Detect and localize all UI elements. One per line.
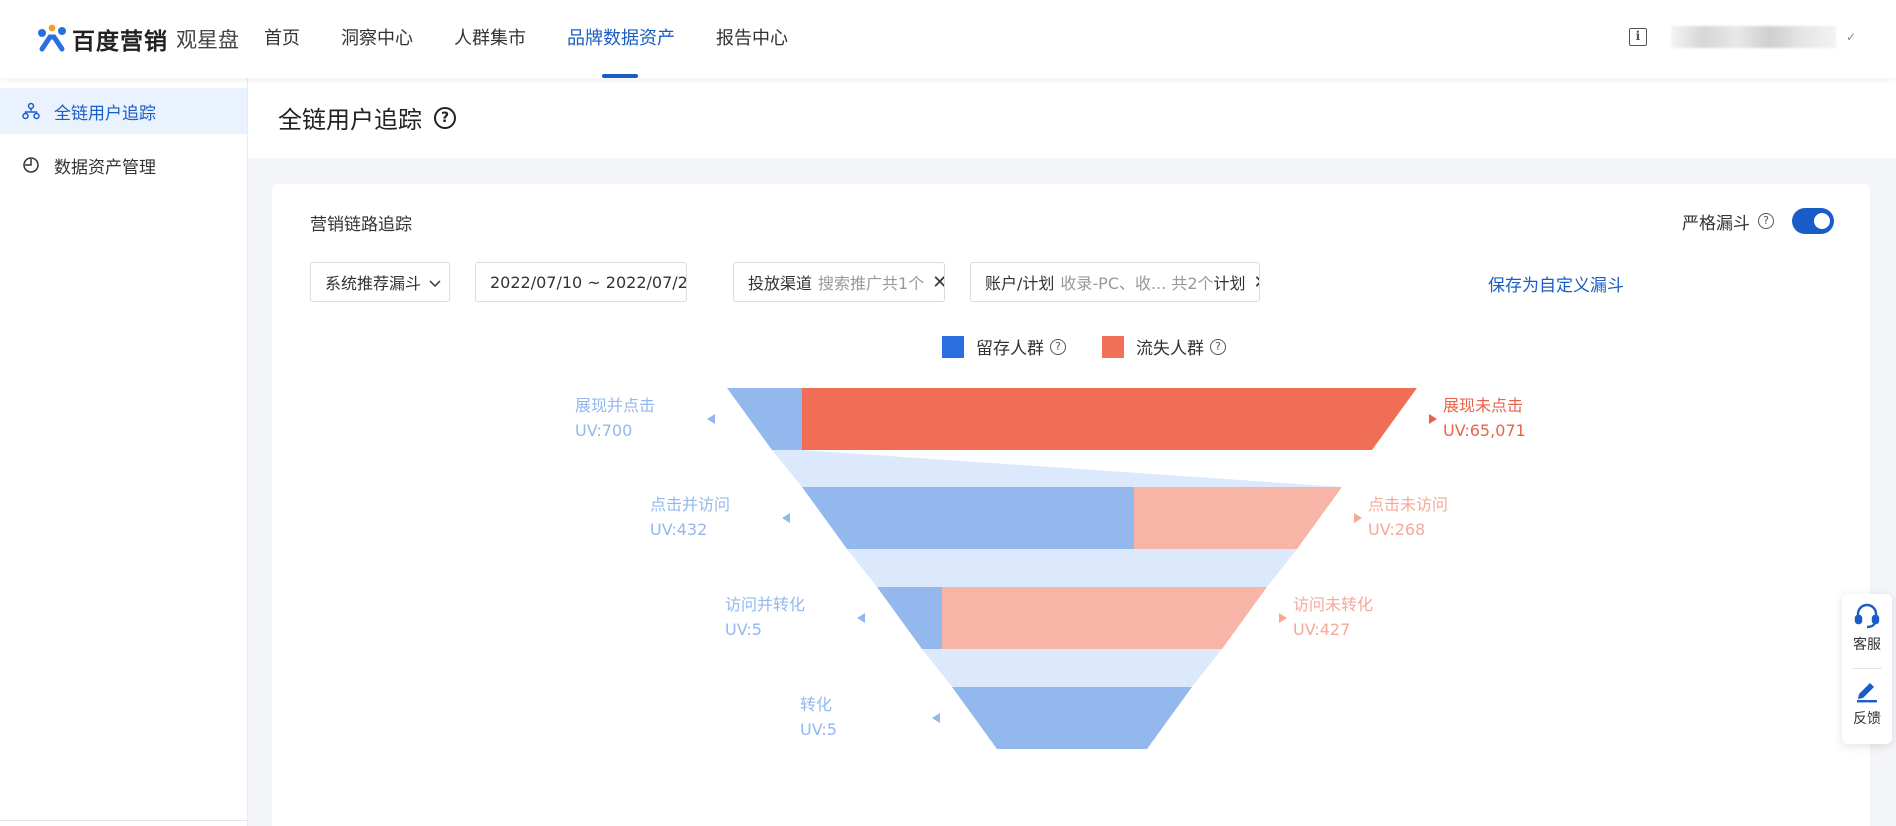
- funnel-stage-retain-label: 点击并访问: [650, 495, 730, 514]
- arrow-right-icon: [1429, 414, 1437, 424]
- funnel-connector: [847, 549, 1297, 587]
- sidebar: 全链用户追踪 数据资产管理: [0, 78, 248, 826]
- page-title: 全链用户追踪 ?: [278, 100, 456, 135]
- nav-report-center[interactable]: 报告中心: [716, 0, 788, 78]
- funnel-lost-segment[interactable]: [1134, 487, 1342, 549]
- funnel-card: 营销链路追踪 严格漏斗 ? 系统推荐漏斗 2022/07/10 ~ 2022/0…: [272, 184, 1870, 826]
- funnel-stage-lost-uv: UV:268: [1368, 520, 1425, 539]
- nav-brand-data-assets[interactable]: 品牌数据资产: [567, 0, 675, 78]
- funnel-chart: 展现并点击 UV:700 展现未点击 UV:65,071 点击并访问 UV:432 点击未访…: [575, 388, 1526, 749]
- funnel-stage-lost-label: 访问未转化: [1293, 595, 1373, 614]
- floating-service-panel: 客服 反馈: [1842, 594, 1892, 744]
- arrow-right-icon: [1354, 513, 1362, 523]
- arrow-left-icon: [707, 414, 715, 424]
- funnel-stage-retain-label: 展现并点击: [575, 396, 655, 415]
- funnel-connector: [772, 450, 1342, 487]
- product-name: 观星盘: [176, 28, 239, 52]
- headset-icon: [1842, 602, 1892, 634]
- pie-clock-icon: [22, 156, 40, 174]
- funnel-stage-lost-label: 展现未点击: [1443, 396, 1523, 415]
- funnel-stage-lost-uv: UV:427: [1293, 620, 1350, 639]
- funnel-stage-retain-label: 转化: [800, 695, 832, 714]
- help-icon[interactable]: ?: [434, 106, 456, 129]
- customer-service-button[interactable]: 客服: [1842, 602, 1892, 654]
- user-tree-icon: [22, 102, 40, 120]
- sidebar-item-label: 数据资产管理: [54, 157, 156, 178]
- funnel-stage-retain-uv: UV:5: [800, 720, 837, 739]
- funnel-lost-segment[interactable]: [942, 587, 1267, 649]
- sidebar-item-full-chain-tracking[interactable]: 全链用户追踪: [0, 88, 247, 134]
- funnel-stage-lost-uv: UV:65,071: [1443, 421, 1526, 440]
- funnel-stage-retain-uv: UV:5: [725, 620, 762, 639]
- funnel-retain-segment[interactable]: [727, 388, 802, 450]
- feedback-button[interactable]: 反馈: [1842, 676, 1892, 728]
- sidebar-item-label: 全链用户追踪: [54, 103, 156, 124]
- funnel-retain-segment[interactable]: [802, 487, 1134, 549]
- float-divider: [1852, 668, 1882, 669]
- feedback-label: 反馈: [1853, 711, 1881, 727]
- nav-audience-market[interactable]: 人群集市: [454, 0, 526, 78]
- brand-name: 百度营销: [72, 29, 168, 55]
- edit-pen-icon: [1842, 676, 1892, 708]
- chevron-down-icon[interactable]: ✓: [1846, 30, 1856, 44]
- sidebar-item-data-asset-mgmt[interactable]: 数据资产管理: [0, 142, 247, 188]
- funnel-stage-retain-label: 访问并转化: [725, 595, 805, 614]
- funnel-connector: [922, 649, 1222, 687]
- funnel-retain-segment[interactable]: [877, 587, 942, 649]
- nav-insight-center[interactable]: 洞察中心: [341, 0, 413, 78]
- page-title-text: 全链用户追踪: [278, 106, 422, 134]
- page-title-bar: 全链用户追踪 ?: [248, 78, 1896, 158]
- funnel-stage-retain-uv: UV:700: [575, 421, 632, 440]
- user-account-blurred[interactable]: [1670, 26, 1836, 48]
- info-icon[interactable]: i: [1628, 28, 1647, 46]
- main-nav: 首页 洞察中心 人群集市 品牌数据资产 报告中心: [264, 0, 829, 78]
- arrow-left-icon: [932, 713, 940, 723]
- funnel-lost-segment[interactable]: [802, 388, 1417, 450]
- funnel-retain-segment[interactable]: [952, 687, 1192, 749]
- nav-home[interactable]: 首页: [264, 0, 300, 78]
- header-right: i ✓: [1628, 26, 1856, 48]
- funnel-stage-retain-uv: UV:432: [650, 520, 707, 539]
- funnel-stage-lost-label: 点击未访问: [1368, 495, 1448, 514]
- brand-logo[interactable]: 百度营销 观星盘: [36, 22, 239, 56]
- customer-service-label: 客服: [1853, 637, 1881, 653]
- arrow-left-icon: [857, 613, 865, 623]
- sidebar-bottom-divider: [0, 820, 248, 821]
- top-header: 百度营销 观星盘 首页 洞察中心 人群集市 品牌数据资产 报告中心 i ✓: [0, 0, 1896, 78]
- arrow-left-icon: [782, 513, 790, 523]
- baidu-marketing-logo-icon: [36, 23, 68, 55]
- arrow-right-icon: [1279, 613, 1287, 623]
